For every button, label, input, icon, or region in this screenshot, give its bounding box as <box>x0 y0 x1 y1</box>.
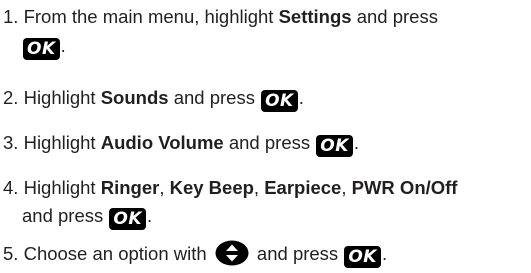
option-ringer: Ringer <box>100 177 160 198</box>
step-text: . <box>298 87 304 108</box>
instruction-steps: 1. From the main menu, highlight Setting… <box>0 0 531 268</box>
step-number: 5. <box>3 243 19 264</box>
menu-item-audio-volume: Audio Volume <box>100 132 224 153</box>
step-text: Choose an option with <box>23 243 212 264</box>
option-pwr-on-off: PWR On/Off <box>351 177 458 198</box>
step-number: 1. <box>3 6 19 27</box>
step-text: Highlight <box>23 132 101 153</box>
step-text: and press <box>351 6 438 27</box>
step-text: . <box>353 132 360 153</box>
separator: , <box>341 177 352 198</box>
menu-item-settings: Settings <box>278 6 352 27</box>
step-text: Highlight <box>23 177 101 198</box>
step-1-line-2: OK. <box>22 33 66 60</box>
step-text: and press <box>223 132 316 153</box>
ok-key-icon: OK <box>261 90 298 112</box>
step-number: 3. <box>3 132 19 153</box>
step-3: 3. Highlight Audio Volume and press OK. <box>3 130 359 157</box>
step-text: . <box>60 35 66 56</box>
step-4-line-1: 4. Highlight Ringer, Key Beep, Earpiece,… <box>3 175 457 201</box>
step-text: From the main menu, highlight <box>23 6 279 27</box>
step-text: and press <box>251 243 344 264</box>
step-text: . <box>147 205 153 226</box>
step-number: 2. <box>3 87 19 108</box>
up-down-navigation-key-icon <box>215 240 249 273</box>
ok-key-icon: OK <box>109 208 147 230</box>
option-key-beep: Key Beep <box>169 177 254 198</box>
ok-key-icon: OK <box>344 246 381 268</box>
step-text: Highlight <box>23 87 101 108</box>
step-number: 4. <box>3 177 19 198</box>
step-2: 2. Highlight Sounds and press OK. <box>3 85 304 112</box>
option-earpiece: Earpiece <box>264 177 342 198</box>
separator: , <box>253 177 265 198</box>
ok-key-icon: OK <box>316 135 353 157</box>
menu-item-sounds: Sounds <box>100 87 169 108</box>
separator: , <box>159 177 170 198</box>
ok-key-icon: OK <box>23 38 60 60</box>
step-text: and press <box>168 87 261 108</box>
step-4-line-2: and press OK. <box>22 203 152 230</box>
step-1-line-1: 1. From the main menu, highlight Setting… <box>3 4 438 30</box>
step-text: and press <box>22 205 109 226</box>
step-text: . <box>381 243 388 264</box>
step-5: 5. Choose an option with and press OK. <box>3 240 387 273</box>
